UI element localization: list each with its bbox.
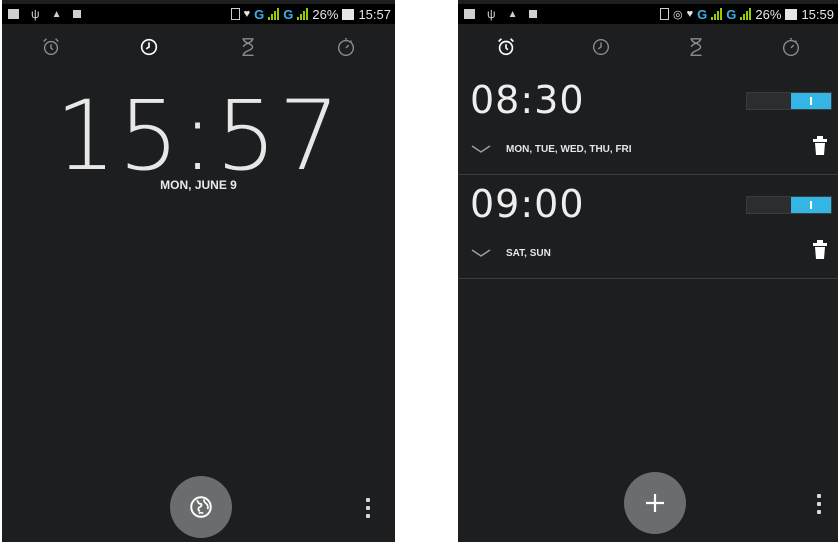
overflow-menu-icon[interactable] — [816, 494, 822, 514]
notification-icon — [73, 10, 82, 18]
clock-icon — [592, 38, 609, 56]
notification-icon — [464, 9, 475, 19]
alarm-toggle[interactable] — [746, 92, 832, 110]
alarm-clock-icon — [497, 38, 514, 56]
trash-icon[interactable] — [812, 134, 828, 156]
tab-clock[interactable] — [119, 24, 179, 70]
alarm-item[interactable]: 09:00 SAT, SUN — [458, 174, 838, 279]
status-time: 15:59 — [801, 6, 834, 22]
hourglass-icon — [242, 38, 254, 56]
hourglass-icon — [690, 38, 701, 56]
tab-alarm[interactable] — [476, 24, 536, 70]
tab-alarm[interactable] — [21, 24, 81, 70]
chevron-down-icon[interactable] — [470, 247, 492, 259]
tab-timer[interactable] — [666, 24, 726, 70]
tab-bar — [458, 24, 838, 70]
alarm-toggle[interactable] — [746, 196, 832, 214]
status-bar: ψ ▲ ◎ ♥ G G 26% 15:59 — [458, 4, 838, 24]
toggle-knob — [791, 197, 831, 213]
signal-icon — [268, 8, 280, 20]
chevron-down-icon[interactable] — [470, 143, 492, 155]
battery-percent: 26% — [755, 6, 782, 22]
network-type: G — [726, 6, 737, 22]
stopwatch-icon — [782, 38, 799, 56]
status-time: 15:57 — [358, 6, 391, 22]
add-alarm-button[interactable] — [624, 472, 686, 534]
alarm-screen: ψ ▲ ◎ ♥ G G 26% 15:59 08:30 MON, TUE, WE… — [458, 0, 838, 542]
signal-icon — [711, 8, 723, 20]
overflow-menu-icon[interactable] — [365, 498, 371, 518]
alarm-status-icon: ◎ — [673, 8, 683, 21]
tab-timer[interactable] — [218, 24, 278, 70]
tab-bar — [2, 24, 395, 70]
digital-clock: 15:57 — [55, 80, 342, 192]
vpn-icon: ♥ — [686, 8, 694, 20]
lock-icon: ▲ — [507, 8, 518, 20]
plus-icon — [646, 494, 664, 512]
battery-icon — [785, 8, 798, 20]
clock-date: MON, JUNE 9 — [160, 178, 237, 192]
alarm-days: SAT, SUN — [506, 247, 551, 259]
vpn-icon: ♥ — [243, 8, 251, 20]
clock-icon — [141, 38, 158, 56]
battery-icon — [342, 8, 355, 20]
alarm-clock-icon — [43, 38, 59, 56]
network-type: G — [283, 6, 294, 22]
alarm-item[interactable]: 08:30 MON, TUE, WED, THU, FRI — [458, 70, 838, 175]
status-bar: ψ ▲ ♥ G G 26% 15:57 — [2, 4, 395, 24]
alarm-time[interactable]: 08:30 — [470, 78, 585, 122]
usb-icon: ψ — [487, 7, 496, 21]
sim-icon — [230, 8, 240, 20]
network-type: G — [697, 6, 708, 22]
battery-percent: 26% — [312, 6, 339, 22]
alarm-days: MON, TUE, WED, THU, FRI — [506, 143, 632, 155]
toggle-knob — [791, 93, 831, 109]
usb-icon: ψ — [31, 7, 40, 21]
notification-icon — [529, 10, 538, 18]
alarm-time[interactable]: 09:00 — [470, 182, 585, 226]
lock-icon: ▲ — [51, 8, 62, 20]
stopwatch-icon — [337, 38, 354, 56]
signal-icon — [297, 8, 309, 20]
globe-icon — [190, 496, 212, 518]
clock-screen: ψ ▲ ♥ G G 26% 15:57 15:57 MON, JUNE 9 — [2, 0, 395, 542]
tab-stopwatch[interactable] — [316, 24, 376, 70]
notification-icon — [8, 9, 19, 19]
trash-icon[interactable] — [812, 238, 828, 260]
sim-icon — [660, 8, 670, 20]
tab-stopwatch[interactable] — [761, 24, 821, 70]
world-clock-button[interactable] — [170, 476, 232, 538]
tab-clock[interactable] — [571, 24, 631, 70]
network-type: G — [254, 6, 265, 22]
signal-icon — [740, 8, 752, 20]
